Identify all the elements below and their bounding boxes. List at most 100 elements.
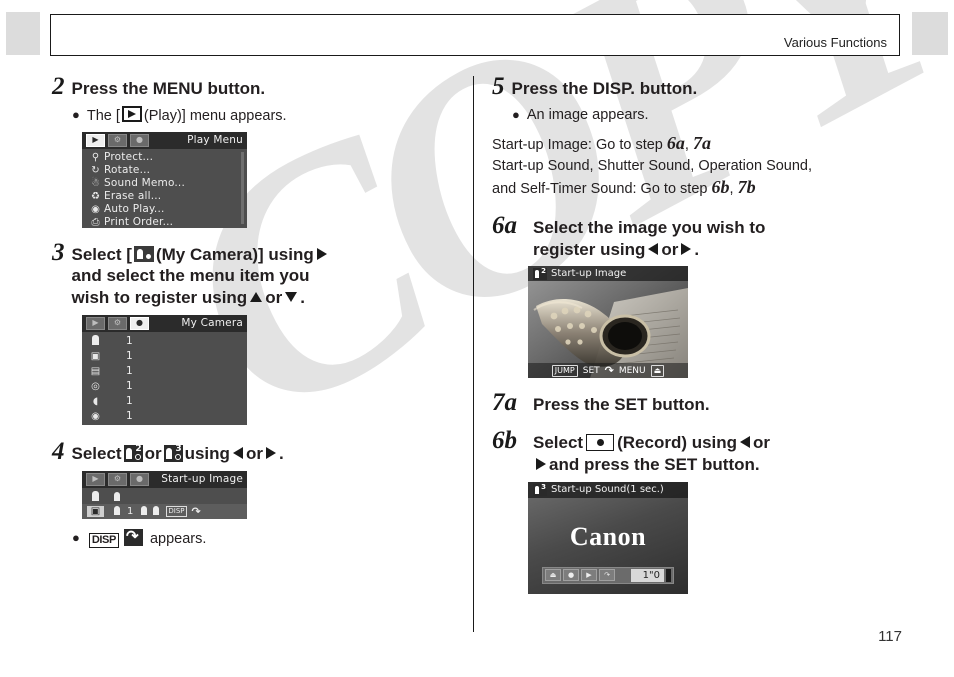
jump-chip: JUMP [551,364,578,377]
step-4-bullet-text: DISP appears. [87,527,207,549]
play-menu-rows: ⚲ Protect... ↻ Rotate... ☃ Sound Memo...… [82,149,247,228]
bullet-dot-icon: ● [512,106,520,122]
play-icon: ▶ [581,569,597,581]
my-camera-row: 1 [82,334,247,349]
step-7a-heading: 7a Press the SET button. [492,390,912,416]
page-header-bar: Various Functions [50,14,900,56]
my-camera-menu-title: My Camera [181,317,243,330]
step-2: 2 Press the MENU button. ● The [ (Play)] … [52,74,452,228]
microphone-icon: ☃ [91,177,100,189]
play-menu-row: ⎙ Print Order... [82,216,247,228]
my-camera-row: ◖ 1 [82,394,247,409]
lcd-tab-setup: ⚙ [108,133,127,147]
play-menu-row-label: Protect... [104,151,154,164]
step-4-bullet: ● DISP appears. [72,527,452,549]
key-icon: ⚲ [91,151,100,163]
step-5-paragraph-1: Start-up Image: Go to step 6a, 7a [492,132,912,156]
step-6a-line1: Select the image you wish to [533,217,766,237]
bullet-dot-icon: ● [72,529,80,545]
step-6a-line2-pre: register using [533,239,646,259]
my-camera-icon: ● [136,135,143,145]
start-up-image-rows: ▣ 1 DISP ↷ [82,488,247,519]
record-icon: ● [563,569,579,581]
step-5-bullet-text: An image appears. [526,106,649,123]
step-5-number: 5 [492,73,505,100]
right-arrow-icon [536,457,546,470]
my-camera-set-3-icon: 3 [533,483,547,496]
step-4-title: Select 2 or 3 using or. [72,443,453,465]
my-camera-icon: ● [136,474,143,484]
step-6b-screenshot-wrap: 3 Start-up Sound(1 sec.) Canon ⏏ ● ▶ ↷ 1… [528,481,912,594]
left-arrow-icon [232,446,243,459]
step-2-bullet-post: (Play)] menu appears. [143,107,287,124]
page-header-title: Various Functions [783,35,887,50]
bullet-dot-icon: ● [72,106,80,122]
start-up-image-icon: ▣ [90,350,101,362]
saxophone-photo [528,266,688,379]
step-4-heading: 4 Select 2 or 3 using or. [52,439,452,465]
my-camera-row-value: 1 [126,410,133,423]
step-6b-title: Select (Record) using or and press the SET… [533,432,912,476]
step-5-heading: 5 Press the DISP. button. [492,74,912,100]
step-4-pre: Select [71,443,122,463]
lcd-titlebar: ▶ ⚙ ● Start-up Image [82,470,247,488]
start-up-image-row-selected: ▣ 1 DISP ↷ [82,503,247,519]
step-6b-or: or [753,433,771,452]
step-3-line3-pre: wish to register using [71,288,248,308]
left-column: 2 Press the MENU button. ● The [ (Play)] … [52,74,452,552]
lcd-tab-group: ▶ ⚙ ● [86,133,149,147]
step-5-bullet: ● An image appears. [512,106,912,125]
step-3-number: 3 [52,238,65,266]
step-4-screenshot-wrap: ▶ ⚙ ● Start-up Image ▣ 1 DISP ↷ [82,470,452,519]
step-2-title: Press the MENU button. [71,79,266,98]
my-camera-row-value: 1 [126,365,133,378]
step-5: 5 Press the DISP. button. ● An image app… [492,74,912,200]
my-camera-set-2-icon: 2 [123,444,143,462]
disp-button-icon: DISP [88,532,119,548]
record-arrow-icon: ↷ [191,504,201,518]
theme-icon [87,490,104,503]
lcd-photo-footer: JUMP SET ↷ MENU ⏏ [528,363,688,379]
my-camera-row: ◎ 1 [82,379,247,394]
exit-icon: ⏏ [650,364,665,377]
step-6b-heading: 6b Select (Record) using or and press the … [492,428,912,476]
step-2-screenshot-wrap: ▶ ⚙ ● Play Menu ⚲ Protect... ↻ Rotate... [82,131,452,228]
down-arrow-icon [285,292,298,303]
lcd-sound-title: Start-up Sound(1 sec.) [551,484,664,495]
play-mode-icon [121,105,142,122]
step-3-heading: 3 Select [(My Camera)] using and select … [52,240,452,309]
para1-step-b: 7a [692,132,711,153]
right-column: 5 Press the DISP. button. ● An image app… [492,74,912,598]
step-3-line2: and select the menu item you [71,266,310,286]
lcd-sound-header: 3 Start-up Sound(1 sec.) [528,481,688,498]
my-camera-row: ◉ 1 [82,409,247,424]
step-2-bullet-pre: The [ [86,107,120,124]
lcd-tab-my-camera: ● [130,133,149,147]
play-menu-row-label: Erase all... [104,190,162,203]
step-4-number: 4 [52,437,65,465]
lcd-scrollbar [241,151,244,224]
printer-icon: ⎙ [91,216,100,228]
page-number: 117 [878,628,902,645]
my-camera-row-value: 1 [126,335,133,348]
play-menu-row: ◉ Auto Play... [82,203,247,216]
step-3-screenshot-wrap: ▶ ⚙ ● My Camera 1 ▣ 1 ▤ 1 ◎ 1 ◖ 1 ◉ 1 [82,314,452,425]
play-icon: ▶ [92,474,99,484]
step-4-bullet-label: appears. [149,530,207,547]
start-up-sound-icon: ▤ [90,365,101,377]
play-menu-row-label: Print Order... [104,216,174,228]
set-label: SET [582,365,600,376]
play-menu-row: ☃ Sound Memo... [82,177,247,190]
step-2-number: 2 [52,73,65,100]
my-camera-set-2-icon: 2 [533,267,547,280]
lcd-tab-play: ▶ [86,472,105,486]
my-camera-row: ▤ 1 [82,364,247,379]
step-6b-pre: Select [533,433,584,452]
para1-pre: Start-up Image: Go to step [492,136,667,153]
set-2-icon [114,505,120,517]
shutter-sound-icon: ◉ [91,410,100,422]
lcd-tab-play: ▶ [86,133,105,147]
record-arrow-icon: ↷ [604,364,614,378]
step-6a-screenshot-wrap: 2 Start-up Image JUMP SET ↷ MENU ⏏ [528,266,912,379]
step-6b-post: (Record) using [617,433,738,452]
